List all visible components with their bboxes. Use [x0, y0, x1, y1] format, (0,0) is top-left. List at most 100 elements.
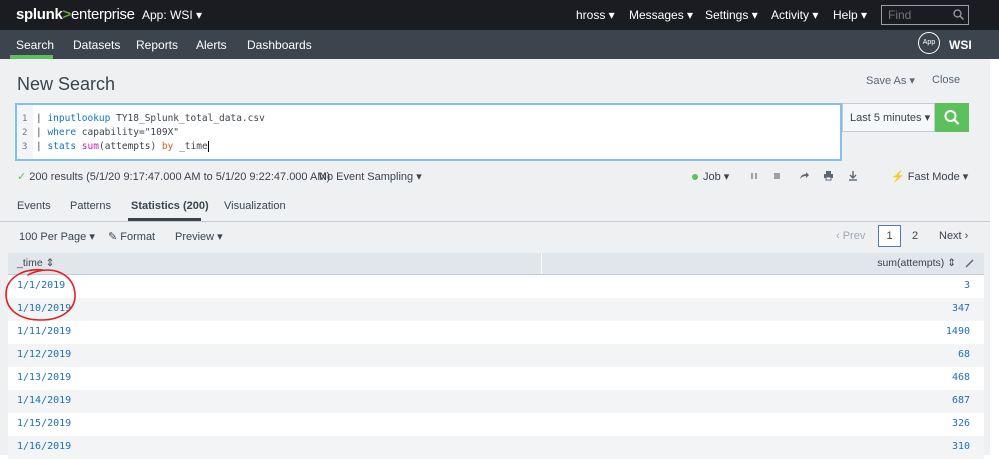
command-keyword: where — [47, 127, 77, 138]
nav-dashboards[interactable]: Dashboards — [247, 38, 312, 52]
column-header-sum[interactable]: sum(attempts) ⇕ — [877, 257, 956, 269]
share-icon[interactable] — [799, 171, 810, 181]
help-menu[interactable]: Help ▾ — [833, 8, 867, 22]
logo-gt: > — [62, 6, 72, 23]
nav-search[interactable]: Search — [16, 38, 54, 52]
function-args: (attempts) — [98, 141, 162, 152]
cell-time[interactable]: 1/16/2019 — [17, 441, 71, 452]
top-bar: splunk>enterprise App: WSI ▾ hross ▾ Mes… — [0, 0, 999, 30]
time-range-picker[interactable]: Last 5 minutes ▾ — [842, 103, 935, 132]
nav-reports[interactable]: Reports — [136, 38, 178, 52]
splunk-logo[interactable]: splunk>enterprise — [16, 6, 135, 23]
table-row: 1/16/2019 310 — [8, 436, 984, 459]
tab-patterns[interactable]: Patterns — [70, 200, 111, 212]
cell-time[interactable]: 1/13/2019 — [17, 372, 71, 383]
activity-menu[interactable]: Activity ▾ — [771, 8, 818, 22]
search-button[interactable] — [935, 103, 969, 132]
search-icon[interactable] — [953, 9, 964, 20]
edit-column-icon[interactable] — [965, 259, 974, 268]
command-keyword: inputlookup — [47, 113, 111, 124]
pencil-icon: ✎ — [108, 231, 118, 243]
line-number: 3 — [22, 142, 28, 152]
close-button[interactable]: Close — [932, 74, 960, 86]
table-row: 1/14/2019 687 — [8, 390, 984, 413]
messages-menu[interactable]: Messages ▾ — [629, 8, 693, 22]
cell-sum[interactable]: 326 — [952, 418, 970, 429]
event-sampling-menu[interactable]: No Event Sampling ▾ — [319, 170, 422, 183]
logo-product: enterprise — [71, 6, 135, 23]
cell-time[interactable]: 1/14/2019 — [17, 395, 71, 406]
cell-sum[interactable]: 310 — [952, 441, 970, 452]
tab-statistics[interactable]: Statistics (200) — [131, 200, 209, 212]
cell-sum[interactable]: 687 — [952, 395, 970, 406]
cell-sum[interactable]: 68 — [958, 349, 970, 360]
save-as-menu[interactable]: Save As ▾ — [866, 74, 915, 87]
nav-alerts[interactable]: Alerts — [196, 38, 227, 52]
prev-page-button[interactable]: ‹ Prev — [836, 230, 865, 242]
check-icon: ✓ — [17, 171, 27, 183]
command-args: capability="109X" — [76, 127, 180, 138]
page-title: New Search — [17, 74, 116, 94]
next-page-button[interactable]: Next › — [939, 230, 968, 242]
table-row: 1/10/2019 347 — [8, 298, 984, 321]
cell-time[interactable]: 1/11/2019 — [17, 326, 71, 337]
app-name: WSI — [949, 38, 972, 52]
cell-time[interactable]: 1/12/2019 — [17, 349, 71, 360]
cell-sum[interactable]: 1490 — [946, 326, 970, 337]
job-menu[interactable]: Job ▾ — [692, 170, 729, 183]
export-icon[interactable] — [848, 170, 858, 181]
table-row: 1/13/2019 468 — [8, 367, 984, 390]
search-mode-menu[interactable]: ⚡ Fast Mode ▾ — [891, 170, 968, 183]
table-row: 1/1/2019 3 — [8, 275, 984, 298]
cell-time[interactable]: 1/10/2019 — [17, 303, 71, 314]
by-keyword: by — [161, 141, 174, 152]
tab-visualization[interactable]: Visualization — [224, 200, 286, 212]
table-row: 1/12/2019 68 — [8, 344, 984, 367]
cell-time[interactable]: 1/15/2019 — [17, 418, 71, 429]
settings-menu[interactable]: Settings ▾ — [705, 8, 758, 22]
table-row: 1/15/2019 326 — [8, 413, 984, 436]
by-field: _time — [173, 141, 208, 152]
command-args: TY18_Splunk_total_data.csv — [110, 113, 265, 124]
stop-icon[interactable] — [772, 171, 782, 181]
job-label: Job ▾ — [703, 171, 730, 183]
app-menu[interactable]: App: WSI ▾ — [142, 8, 202, 22]
search-line-3: | stats sum(attempts) by _time — [36, 141, 209, 152]
app-icon[interactable]: App — [918, 32, 940, 54]
cell-sum[interactable]: 347 — [952, 303, 970, 314]
search-line-2: | where capability="109X" — [36, 127, 179, 138]
column-divider — [541, 253, 542, 274]
table-header: _time ⇕ sum(attempts) ⇕ — [8, 253, 984, 275]
search-line-1: | inputlookup TY18_Splunk_total_data.csv — [36, 113, 265, 124]
job-status-icon — [692, 174, 698, 181]
format-menu[interactable]: ✎ Format — [108, 230, 155, 243]
nav-datasets[interactable]: Datasets — [73, 38, 120, 52]
line-number: 1 — [22, 114, 28, 124]
pause-icon[interactable] — [749, 171, 759, 181]
tab-events[interactable]: Events — [17, 200, 51, 212]
cell-time[interactable]: 1/1/2019 — [17, 280, 65, 291]
page-1-button[interactable]: 1 — [878, 225, 901, 247]
preview-menu[interactable]: Preview ▾ — [175, 230, 223, 243]
column-header-time[interactable]: _time ⇕ — [17, 257, 54, 269]
statistics-table: _time ⇕ sum(attempts) ⇕ 1/1/2019 3 1/10/… — [8, 253, 984, 459]
command-keyword: stats — [47, 141, 77, 152]
search-icon — [944, 110, 960, 125]
cell-sum[interactable]: 468 — [952, 372, 970, 383]
pipe: | — [36, 127, 48, 138]
print-icon[interactable] — [823, 170, 834, 181]
search-mode-label: Fast Mode ▾ — [907, 171, 969, 183]
app-nav-bar: Search Datasets Reports Alerts Dashboard… — [0, 30, 999, 59]
lightning-icon: ⚡ — [891, 171, 905, 183]
results-count: 200 results (5/1/20 9:17:47.000 AM to 5/… — [29, 171, 331, 183]
pipe: | — [36, 113, 48, 124]
page-2-button[interactable]: 2 — [912, 230, 918, 242]
per-page-menu[interactable]: 100 Per Page ▾ — [19, 230, 95, 243]
search-editor[interactable]: 1 2 3 | inputlookup TY18_Splunk_total_da… — [15, 103, 842, 161]
cell-sum[interactable]: 3 — [964, 280, 970, 291]
pipe: | — [36, 141, 48, 152]
logo-brand: splunk — [16, 6, 63, 23]
user-menu[interactable]: hross ▾ — [576, 8, 615, 22]
table-row: 1/11/2019 1490 — [8, 321, 984, 344]
text-cursor — [207, 141, 209, 152]
